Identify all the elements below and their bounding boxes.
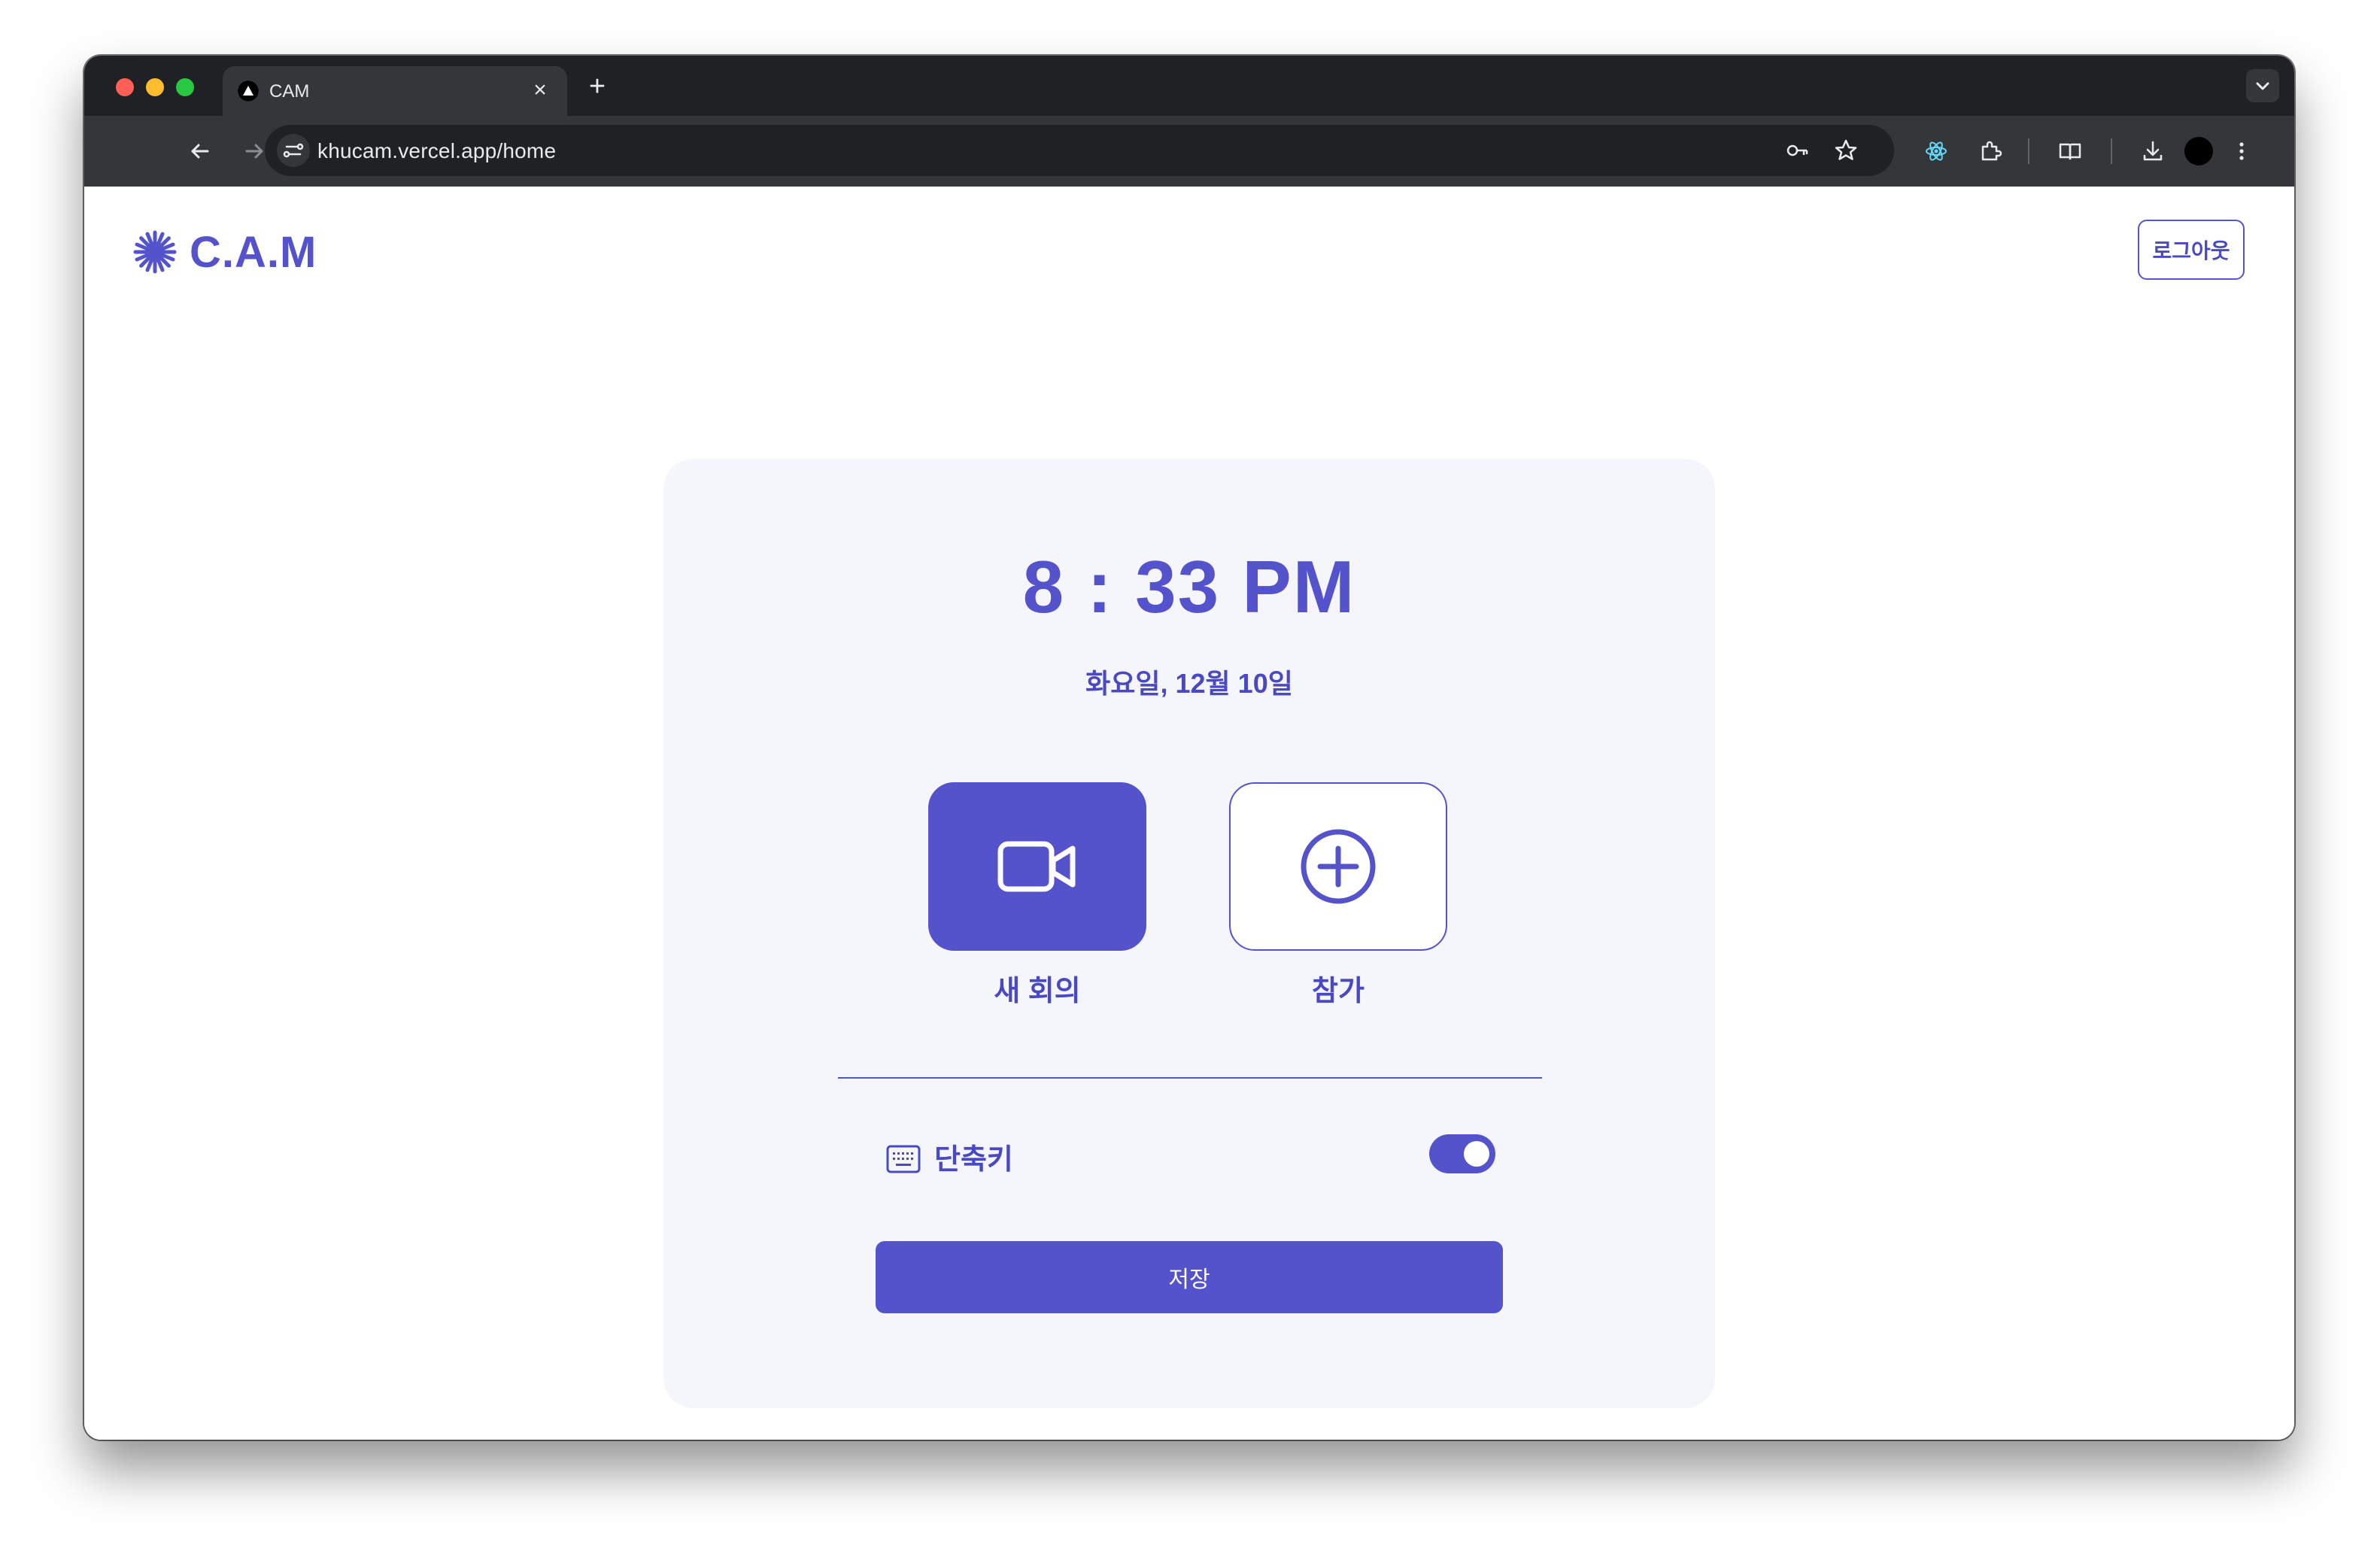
page-content: C.A.M 로그아웃 8 : 33 PM 화요일, 12월 10일 새 회의 참… <box>84 187 2294 1440</box>
url-text: khucam.vercel.app/home <box>317 139 557 162</box>
shortcut-label: 단축키 <box>934 1144 1013 1176</box>
download-icon[interactable] <box>2136 135 2169 168</box>
tab-title: CAM <box>269 81 310 102</box>
react-devtools-icon[interactable] <box>1920 135 1953 168</box>
extensions-puzzle-icon[interactable] <box>1974 135 2007 168</box>
browser-toolbar: khucam.vercel.app/home <box>84 116 2294 187</box>
keyboard-icon <box>886 1145 921 1173</box>
new-meeting-label: 새 회의 <box>994 976 1081 1007</box>
logout-button[interactable]: 로그아웃 <box>2138 220 2245 280</box>
current-time: 8 : 33 PM <box>1022 545 1356 628</box>
toolbar-separator <box>2111 138 2112 164</box>
chevron-down-icon <box>2256 82 2269 90</box>
save-button[interactable]: 저장 <box>876 1241 1503 1313</box>
app-logo[interactable]: C.A.M <box>132 227 317 277</box>
join-meeting-button[interactable] <box>1229 782 1447 951</box>
key-icon[interactable] <box>1781 134 1814 167</box>
back-arrow-icon[interactable] <box>184 135 217 168</box>
meeting-card: 8 : 33 PM 화요일, 12월 10일 새 회의 참가 단축키 저장 <box>663 459 1715 1408</box>
new-meeting-button[interactable] <box>928 782 1146 951</box>
browser-titlebar: CAM × + <box>84 56 2294 116</box>
new-tab-button[interactable]: + <box>581 71 614 104</box>
browser-tab-active[interactable]: CAM × <box>223 66 567 116</box>
shortcut-toggle[interactable] <box>1429 1134 1495 1173</box>
kebab-menu-icon[interactable] <box>2225 135 2258 168</box>
divider <box>838 1077 1542 1079</box>
tab-close-icon[interactable]: × <box>527 77 554 104</box>
maximize-window-button[interactable] <box>176 78 194 96</box>
profile-avatar[interactable] <box>2184 137 2213 165</box>
toolbar-separator <box>2028 138 2029 164</box>
current-date: 화요일, 12월 10일 <box>1085 668 1293 699</box>
vercel-triangle-icon <box>238 80 259 102</box>
minimize-window-button[interactable] <box>146 78 164 96</box>
toggle-knob <box>1464 1141 1489 1167</box>
close-window-button[interactable] <box>116 78 134 96</box>
logo-text: C.A.M <box>190 227 317 277</box>
reading-mode-icon[interactable] <box>2054 135 2087 168</box>
video-camera-icon <box>997 841 1076 892</box>
asterisk-sparkle-icon <box>133 230 177 274</box>
site-settings-icon[interactable] <box>277 134 310 167</box>
plus-circle-icon <box>1301 829 1376 904</box>
browser-window: CAM × + khucam.vercel.app/home C.A.M 로그아… <box>84 56 2294 1440</box>
join-meeting-label: 참가 <box>1312 976 1365 1007</box>
address-bar[interactable]: khucam.vercel.app/home <box>265 125 1894 176</box>
bookmark-star-icon[interactable] <box>1829 134 1862 167</box>
tab-search-button[interactable] <box>2246 69 2279 102</box>
